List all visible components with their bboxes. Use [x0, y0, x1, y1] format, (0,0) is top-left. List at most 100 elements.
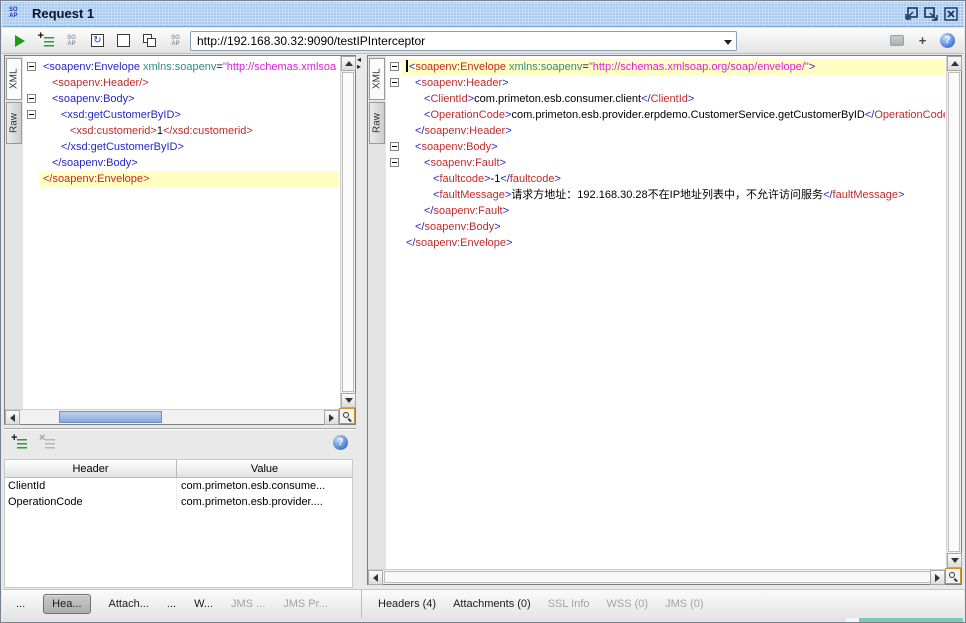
xml-line: </soapenv:Body>: [402, 219, 945, 235]
magnifier-icon[interactable]: [339, 408, 355, 424]
tab-jmspr: JMS Pr...: [283, 598, 328, 610]
vertical-scroll-thumb[interactable]: [948, 72, 960, 552]
xml-line: <soapenv:Envelope xmlns:soapenv="http://…: [402, 59, 945, 75]
bottom-tab-bar: ...Hea...Attach......W...JMS ...JMS Pr..…: [2, 589, 964, 618]
horizontal-scroll-thumb[interactable]: [384, 571, 931, 583]
request-editor: XML Raw <soapenv:Envelope xmlns:soapenv="…: [4, 55, 356, 425]
soap-logo-icon: SO AP: [9, 7, 18, 19]
scroll-up-icon[interactable]: [341, 56, 356, 71]
scroll-down-icon[interactable]: [341, 393, 356, 408]
clone-request-icon[interactable]: [141, 32, 158, 49]
fold-toggle-icon[interactable]: [27, 110, 36, 119]
xml-line: <soapenv:Body>: [39, 91, 339, 107]
help-icon[interactable]: [940, 33, 955, 48]
header-cell[interactable]: ClientId: [5, 478, 177, 494]
splitter-collapse-icons[interactable]: ◂▸: [357, 56, 361, 70]
tab-attach[interactable]: Attach...: [109, 598, 149, 610]
xml-line: <OperationCode>com.primeton.esb.provider…: [402, 107, 945, 123]
endpoint-combo[interactable]: [190, 31, 737, 51]
soap-action-icon-2: SOAP: [167, 32, 184, 49]
endpoint-dropdown-icon[interactable]: [724, 40, 732, 45]
scroll-right-icon[interactable]: [324, 410, 339, 425]
request-vertical-scrollbar[interactable]: [340, 56, 355, 408]
magnifier-icon[interactable]: [945, 568, 961, 584]
scroll-left-icon[interactable]: [5, 410, 20, 425]
soap-action-icon[interactable]: SOAP: [63, 32, 80, 49]
request-horizontal-scrollbar[interactable]: [5, 409, 339, 424]
request-code-area[interactable]: <soapenv:Envelope xmlns:soapenv="http://…: [39, 56, 339, 408]
request-editor-view-tabs: XML Raw: [5, 56, 23, 424]
xml-line: <soapenv:Body>: [402, 139, 945, 155]
request-bottom-tabs: ...Hea...Attach......W...JMS ...JMS Pr..…: [16, 590, 328, 618]
fold-toggle-icon[interactable]: [390, 78, 399, 87]
tab-jms0: JMS (0): [665, 598, 704, 610]
tab-hea[interactable]: Hea...: [43, 594, 90, 614]
response-code-area[interactable]: <soapenv:Envelope xmlns:soapenv="http://…: [402, 56, 945, 568]
add-header-icon[interactable]: +: [11, 436, 27, 450]
endpoint-url-input[interactable]: [195, 33, 710, 49]
xml-line: <xsd:customerid>1</xsd:customerid>: [39, 123, 339, 139]
edit-request-disabled-icon: [888, 32, 905, 49]
fold-toggle-icon[interactable]: [390, 62, 399, 71]
horizontal-scroll-thumb[interactable]: [59, 411, 162, 423]
table-row[interactable]: ClientIdcom.primeton.esb.consume...: [5, 478, 352, 494]
panel-splitter[interactable]: ◂▸: [356, 55, 367, 585]
bottom-teal-block: [859, 618, 963, 623]
help-icon[interactable]: [333, 435, 348, 450]
xml-line: </soapenv:Header>: [402, 123, 945, 139]
add-icon[interactable]: +: [914, 32, 931, 49]
tab-attachments0[interactable]: Attachments (0): [453, 598, 531, 610]
xml-line: <ClientId>com.primeton.esb.consumer.clie…: [402, 91, 945, 107]
fold-toggle-icon[interactable]: [390, 142, 399, 151]
tab-[interactable]: ...: [16, 598, 25, 610]
vertical-scroll-thumb[interactable]: [342, 72, 354, 392]
xml-line: <soapenv:Header/>: [39, 75, 339, 91]
toolbar-right-icons: +: [888, 32, 955, 49]
scroll-left-icon[interactable]: [368, 570, 383, 585]
response-horizontal-scrollbar[interactable]: [368, 569, 945, 584]
add-to-testcase-icon[interactable]: +: [37, 32, 54, 49]
create-empty-icon[interactable]: [115, 32, 132, 49]
remove-header-icon: ×: [39, 436, 55, 450]
window-title: Request 1: [32, 6, 94, 21]
xml-line: </soapenv:Envelope>: [39, 171, 339, 187]
scroll-right-icon[interactable]: [930, 570, 945, 585]
request-headers-table: Header Value ClientIdcom.primeton.esb.co…: [4, 459, 353, 588]
tab-headers4[interactable]: Headers (4): [378, 598, 436, 610]
response-fold-gutter: [387, 56, 402, 568]
request-window: SO AP Request 1 + SOAP ↻: [0, 0, 966, 623]
scroll-up-icon[interactable]: [947, 56, 962, 71]
fold-toggle-icon[interactable]: [27, 94, 36, 103]
view-tab-raw[interactable]: Raw: [369, 102, 385, 144]
fold-toggle-icon[interactable]: [27, 62, 36, 71]
text-caret: [406, 60, 408, 72]
recreate-request-icon[interactable]: ↻: [89, 32, 106, 49]
toolbar-left-icons: + SOAP ↻ SOAP: [11, 32, 210, 49]
close-icon[interactable]: [943, 6, 959, 22]
tab-w[interactable]: W...: [194, 598, 213, 610]
view-tab-raw[interactable]: Raw: [6, 102, 22, 144]
scroll-down-icon[interactable]: [947, 553, 962, 568]
view-tab-xml[interactable]: XML: [6, 58, 22, 100]
restore-icon[interactable]: [923, 6, 939, 22]
unfloat-icon[interactable]: [903, 6, 919, 22]
tab-[interactable]: ...: [167, 598, 176, 610]
header-cell[interactable]: OperationCode: [5, 494, 177, 510]
headers-panel-separator[interactable]: [4, 428, 356, 430]
response-editor-view-tabs: XML Raw: [368, 56, 386, 584]
headers-panel-toolbar: + ×: [4, 432, 356, 457]
bottom-strip-gap: [846, 618, 859, 623]
value-cell[interactable]: com.primeton.esb.consume...: [177, 478, 352, 494]
table-body: ClientIdcom.primeton.esb.consume...Opera…: [5, 478, 352, 510]
submit-request-icon[interactable]: [11, 32, 28, 49]
table-row[interactable]: OperationCodecom.primeton.esb.provider..…: [5, 494, 352, 510]
xml-line: <faultcode>-1</faultcode>: [402, 171, 945, 187]
bottom-divider: [361, 589, 362, 618]
xml-line: </soapenv:Body>: [39, 155, 339, 171]
bottom-strip: [2, 618, 964, 623]
value-cell[interactable]: com.primeton.esb.provider....: [177, 494, 352, 510]
title-bar[interactable]: SO AP Request 1: [2, 2, 964, 27]
view-tab-xml[interactable]: XML: [369, 58, 385, 100]
response-vertical-scrollbar[interactable]: [946, 56, 961, 568]
fold-toggle-icon[interactable]: [390, 158, 399, 167]
